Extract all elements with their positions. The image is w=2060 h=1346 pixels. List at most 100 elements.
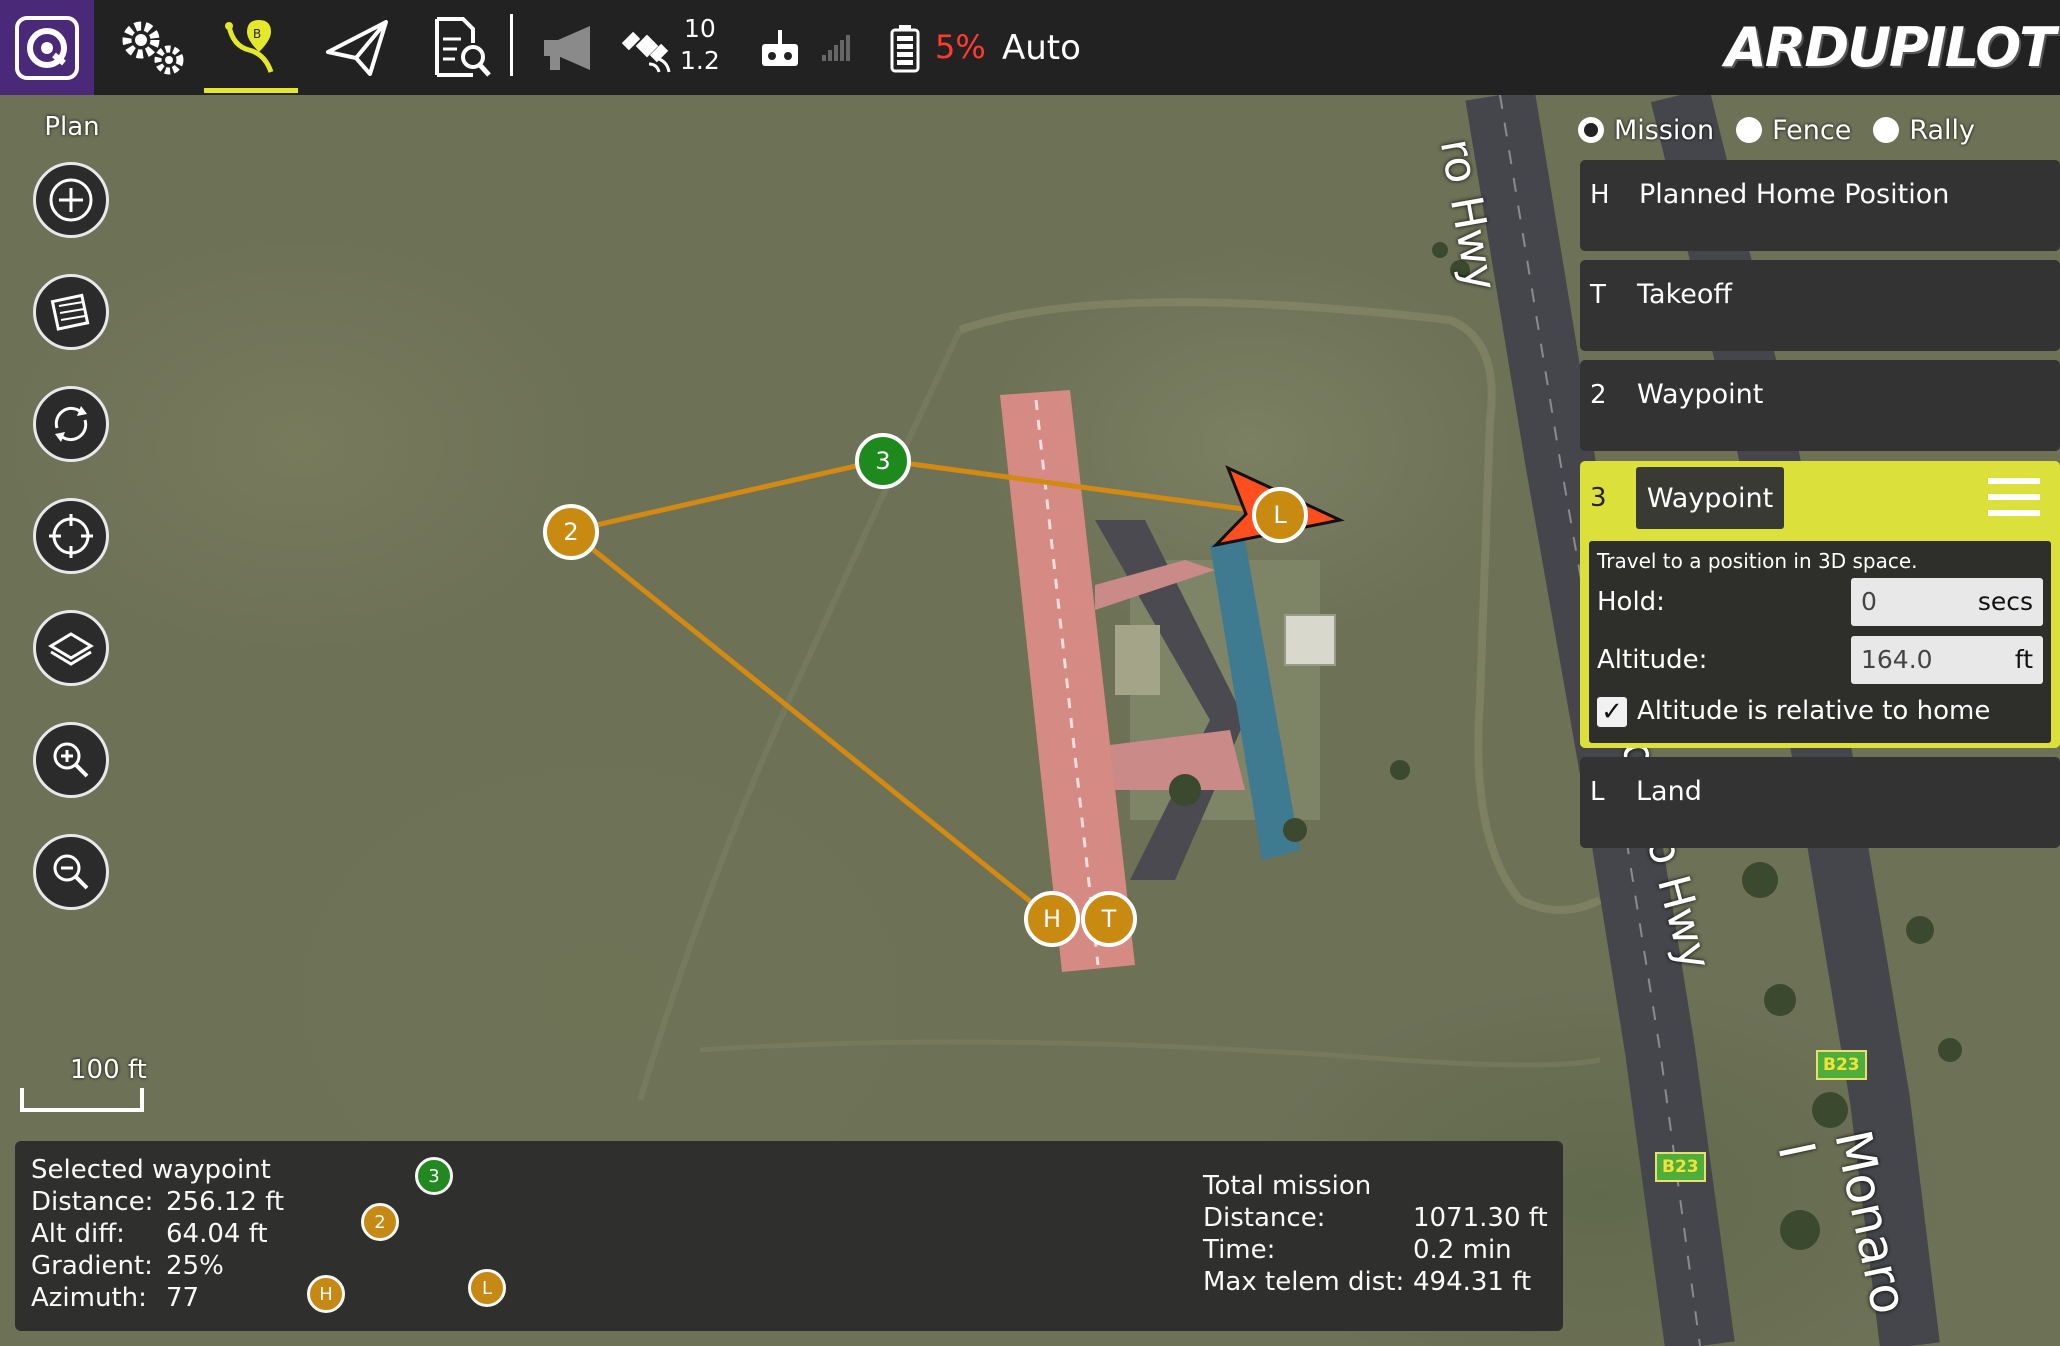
altitude-unit: ft xyxy=(2014,645,2033,674)
flight-mode[interactable]: Auto xyxy=(1002,28,1081,68)
home-marker[interactable]: H xyxy=(1024,891,1080,947)
land-marker[interactable]: L xyxy=(1252,487,1308,543)
app-logo-icon xyxy=(15,15,79,80)
distance-value: 256.12 ft xyxy=(166,1187,285,1217)
azimuth-value: 77 xyxy=(166,1283,200,1313)
profile-marker-2: 2 xyxy=(361,1203,399,1241)
waypoint-marker-3[interactable]: 3 xyxy=(855,433,911,489)
radio-fence-dot[interactable] xyxy=(1736,117,1763,143)
hold-value: 0 xyxy=(1861,587,1877,616)
add-waypoint-button[interactable] xyxy=(33,162,109,238)
hamburger-icon xyxy=(1988,478,2040,516)
max-telem-value: 494.31 ft xyxy=(1413,1267,1532,1297)
takeoff-marker[interactable]: T xyxy=(1081,891,1137,947)
command-description: Travel to a position in 3D space. xyxy=(1597,549,1918,573)
mission-item-waypoint-3-selected[interactable]: 3 Waypoint Travel to a position in 3D sp… xyxy=(1580,461,2060,748)
toolbar-divider xyxy=(510,14,513,76)
alt-diff-label: Alt diff: xyxy=(31,1219,125,1249)
radio-rally-label: Rally xyxy=(1909,114,1976,146)
hamburger-menu-button[interactable] xyxy=(1988,476,2040,518)
mission-item-takeoff[interactable]: T Takeoff xyxy=(1580,260,2060,351)
profile-marker-home: H xyxy=(307,1275,345,1313)
profile-marker-land: L xyxy=(468,1269,506,1307)
mission-item-title: Takeoff xyxy=(1637,279,1732,310)
total-mission-title: Total mission xyxy=(1203,1171,1372,1201)
rc-rssi-button[interactable] xyxy=(755,0,805,95)
gradient-value: 25% xyxy=(166,1251,224,1281)
ardupilot-logo: ARDUPILOT xyxy=(1725,16,2056,79)
fly-view-button[interactable] xyxy=(312,0,402,95)
max-telem-label: Max telem dist: xyxy=(1203,1267,1405,1297)
zoom-in-icon xyxy=(53,742,89,778)
rc-transmitter-icon xyxy=(762,29,798,66)
radio-rally-dot[interactable] xyxy=(1873,117,1900,143)
radio-fence-label: Fence xyxy=(1772,114,1852,146)
map-scale-bar xyxy=(20,1088,144,1112)
radio-rally[interactable]: Rally xyxy=(1873,115,1975,146)
gps-count: 10 xyxy=(684,14,716,43)
battery-button[interactable] xyxy=(885,0,925,95)
settings-button[interactable] xyxy=(110,0,195,95)
total-distance-value: 1071.30 ft xyxy=(1413,1203,1548,1233)
layers-icon xyxy=(48,632,94,666)
mission-status-panel: Selected waypoint Distance: 256.12 ft Al… xyxy=(15,1141,1563,1331)
mission-item-title: Land xyxy=(1636,776,1702,807)
pattern-button[interactable] xyxy=(33,274,109,350)
signal-strength xyxy=(818,0,852,95)
altitude-relative-label: Altitude is relative to home xyxy=(1637,696,1991,726)
waypoint-editor-panel: Travel to a position in 3D space. Hold: … xyxy=(1589,541,2051,743)
mission-item-index: H xyxy=(1590,180,1610,210)
svg-text:B: B xyxy=(253,27,261,41)
mission-item-title: Waypoint xyxy=(1637,379,1764,410)
mission-item-title: Planned Home Position xyxy=(1639,179,1950,210)
satellite-icon xyxy=(621,31,671,72)
gps-hdop: 1.2 xyxy=(680,46,720,75)
analyze-icon xyxy=(434,16,491,77)
altitude-relative-checkbox[interactable]: ✓ xyxy=(1597,697,1627,727)
altitude-field[interactable]: 164.0 ft xyxy=(1851,636,2043,684)
radio-mission[interactable]: Mission xyxy=(1578,115,1714,146)
distance-label: Distance: xyxy=(31,1187,154,1217)
battery-icon xyxy=(890,24,920,72)
altitude-label: Altitude: xyxy=(1597,645,1708,675)
plan-icon: B xyxy=(225,19,274,73)
selected-waypoint-title: Selected waypoint xyxy=(31,1155,271,1185)
hold-unit: secs xyxy=(1977,587,2033,616)
mission-item-index: L xyxy=(1590,777,1605,807)
radio-mission-dot[interactable] xyxy=(1578,117,1604,143)
plan-view-button[interactable]: B xyxy=(204,0,298,95)
analyze-view-button[interactable] xyxy=(415,0,510,95)
mission-item-land[interactable]: L Land xyxy=(1580,757,2060,848)
radio-fence[interactable]: Fence xyxy=(1736,115,1851,146)
time-value: 0.2 min xyxy=(1413,1235,1512,1265)
pattern-icon xyxy=(50,293,90,331)
alt-diff-value: 64.04 ft xyxy=(166,1219,268,1249)
azimuth-label: Azimuth: xyxy=(31,1283,147,1313)
add-waypoint-icon xyxy=(49,178,93,222)
altitude-value: 164.0 xyxy=(1861,645,1933,674)
hold-field[interactable]: 0 secs xyxy=(1851,578,2043,626)
mission-item-home[interactable]: H Planned Home Position xyxy=(1580,160,2060,251)
zoom-out-button[interactable] xyxy=(33,834,109,910)
route-badge: B23 xyxy=(1655,1152,1706,1182)
time-label: Time: xyxy=(1203,1235,1276,1265)
gradient-label: Gradient: xyxy=(31,1251,153,1281)
plan-type-selector: Mission Fence Rally xyxy=(1578,110,1997,150)
mission-item-command-selector[interactable]: Waypoint xyxy=(1636,467,1784,529)
building xyxy=(1284,614,1336,666)
signal-icon xyxy=(822,34,850,61)
mission-item-waypoint-2[interactable]: 2 Waypoint xyxy=(1580,360,2060,451)
map-scale-label: 100 ft xyxy=(70,1055,147,1085)
map-layers-button[interactable] xyxy=(33,610,109,686)
radio-mission-label: Mission xyxy=(1614,114,1715,146)
app-menu-button[interactable] xyxy=(0,0,94,95)
sync-button[interactable] xyxy=(33,386,109,462)
gps-status-button[interactable] xyxy=(617,0,677,95)
mission-item-index: 3 xyxy=(1590,483,1607,513)
building xyxy=(1115,625,1160,695)
messages-button[interactable] xyxy=(535,0,605,95)
center-map-button[interactable] xyxy=(33,498,109,574)
waypoint-marker-2[interactable]: 2 xyxy=(543,504,599,560)
mission-item-index: 2 xyxy=(1590,380,1607,410)
zoom-in-button[interactable] xyxy=(33,722,109,798)
